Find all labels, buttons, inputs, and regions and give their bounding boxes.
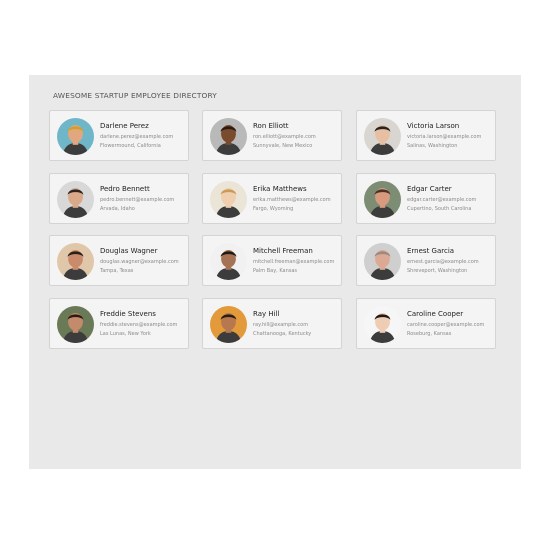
directory-title: AWESOME STARTUP EMPLOYEE DIRECTORY bbox=[53, 91, 217, 100]
employee-location: Fargo, Wyoming bbox=[253, 206, 294, 212]
employee-location: Arvada, Idaho bbox=[100, 206, 135, 212]
avatar bbox=[57, 243, 94, 280]
employee-card[interactable]: Pedro Bennett pedro.bennett@example.com Ar… bbox=[49, 173, 189, 224]
employee-name: Ron Elliott bbox=[253, 122, 289, 130]
employee-email: victoria.larson@example.com bbox=[407, 134, 482, 140]
person-avatar-icon bbox=[364, 306, 401, 343]
person-avatar-icon bbox=[210, 118, 247, 155]
person-avatar-icon bbox=[57, 306, 94, 343]
employee-location: Palm Bay, Kansas bbox=[253, 268, 298, 274]
person-avatar-icon bbox=[57, 118, 94, 155]
avatar bbox=[57, 118, 94, 155]
avatar bbox=[210, 243, 247, 280]
avatar bbox=[57, 306, 94, 343]
employee-location: Cupertino, South Carolina bbox=[407, 206, 472, 212]
employee-location: Roseburg, Kansas bbox=[407, 331, 452, 337]
employee-name: Ray Hill bbox=[253, 310, 280, 318]
employee-location: Shreveport, Washington bbox=[407, 268, 468, 274]
employee-email: ray.hill@example.com bbox=[253, 322, 309, 328]
employee-name: Edgar Carter bbox=[407, 185, 452, 193]
employee-info: Victoria Larson victoria.larson@example.c… bbox=[407, 122, 481, 149]
employee-name: Erika Matthews bbox=[253, 185, 307, 193]
person-avatar-icon bbox=[364, 243, 401, 280]
person-avatar-icon bbox=[57, 243, 94, 280]
employee-name: Mitchell Freeman bbox=[253, 247, 313, 255]
employee-email: caroline.cooper@example.com bbox=[407, 322, 485, 328]
person-avatar-icon bbox=[364, 181, 401, 218]
employee-location: Sunnyvale, New Mexico bbox=[253, 143, 313, 149]
employee-email: darlene.perez@example.com bbox=[100, 134, 174, 140]
avatar bbox=[57, 181, 94, 218]
employee-email: ernest.garcia@example.com bbox=[407, 259, 479, 265]
employee-card[interactable]: Mitchell Freeman mitchell.freeman@example… bbox=[202, 235, 342, 286]
employee-name: Pedro Bennett bbox=[100, 185, 150, 193]
employee-location: Chattanooga, Kentucky bbox=[253, 331, 312, 337]
avatar bbox=[364, 118, 401, 155]
employee-info: Mitchell Freeman mitchell.freeman@example… bbox=[253, 247, 334, 274]
employee-location: Tampa, Texas bbox=[100, 268, 134, 274]
employee-email: erika.matthews@example.com bbox=[253, 197, 331, 203]
employee-card[interactable]: Erika Matthews erika.matthews@example.com… bbox=[202, 173, 342, 224]
employee-card[interactable]: Douglas Wagner douglas.wagner@example.com… bbox=[49, 235, 189, 286]
employee-name: Victoria Larson bbox=[407, 122, 460, 130]
employee-info: Ron Elliott ron.elliott@example.com Sunnyv… bbox=[253, 122, 316, 149]
employee-card[interactable]: Ernest Garcia ernest.garcia@example.com Sh… bbox=[356, 235, 496, 286]
employee-email: freddie.stevens@example.com bbox=[100, 322, 178, 328]
employee-name: Caroline Cooper bbox=[407, 310, 464, 318]
employee-name: Darlene Perez bbox=[100, 122, 149, 130]
employee-card[interactable]: Darlene Perez darlene.perez@example.com Fl… bbox=[49, 110, 189, 161]
employee-info: Darlene Perez darlene.perez@example.com Fl… bbox=[100, 122, 173, 149]
avatar bbox=[364, 181, 401, 218]
employee-location: Las Lunas, New York bbox=[100, 331, 151, 337]
avatar bbox=[210, 306, 247, 343]
employee-name: Freddie Stevens bbox=[100, 310, 156, 318]
person-avatar-icon bbox=[57, 181, 94, 218]
employee-card[interactable]: Caroline Cooper caroline.cooper@example.c… bbox=[356, 298, 496, 349]
employee-info: Erika Matthews erika.matthews@example.com… bbox=[253, 185, 331, 212]
person-avatar-icon bbox=[364, 118, 401, 155]
employee-card[interactable]: Freddie Stevens freddie.stevens@example.c… bbox=[49, 298, 189, 349]
employee-email: mitchell.freeman@example.com bbox=[253, 259, 335, 265]
avatar bbox=[210, 118, 247, 155]
employee-info: Pedro Bennett pedro.bennett@example.com Ar… bbox=[100, 185, 174, 212]
employee-name: Ernest Garcia bbox=[407, 247, 455, 255]
employee-info: Caroline Cooper caroline.cooper@example.c… bbox=[407, 310, 484, 337]
employee-card[interactable]: Edgar Carter edgar.carter@example.com Cupe… bbox=[356, 173, 496, 224]
employee-name: Douglas Wagner bbox=[100, 247, 158, 255]
person-avatar-icon bbox=[210, 306, 247, 343]
employee-info: Edgar Carter edgar.carter@example.com Cupe… bbox=[407, 185, 476, 212]
employee-info: Freddie Stevens freddie.stevens@example.c… bbox=[100, 310, 177, 337]
employee-card[interactable]: Ron Elliott ron.elliott@example.com Sunnyv… bbox=[202, 110, 342, 161]
employee-info: Ernest Garcia ernest.garcia@example.com Sh… bbox=[407, 247, 479, 274]
employee-card[interactable]: Victoria Larson victoria.larson@example.c… bbox=[356, 110, 496, 161]
employee-location: Salinas, Washington bbox=[407, 143, 458, 149]
employee-location: Flowermound, California bbox=[100, 143, 161, 149]
person-avatar-icon bbox=[210, 181, 247, 218]
avatar bbox=[210, 181, 247, 218]
employee-card[interactable]: Ray Hill ray.hill@example.com Chattanooga,… bbox=[202, 298, 342, 349]
person-avatar-icon bbox=[210, 243, 247, 280]
employee-info: Ray Hill ray.hill@example.com Chattanooga,… bbox=[253, 310, 311, 337]
employee-email: edgar.carter@example.com bbox=[407, 197, 477, 203]
employee-email: douglas.wagner@example.com bbox=[100, 259, 179, 265]
employee-info: Douglas Wagner douglas.wagner@example.com… bbox=[100, 247, 179, 274]
avatar bbox=[364, 243, 401, 280]
employee-email: ron.elliott@example.com bbox=[253, 134, 316, 140]
employee-email: pedro.bennett@example.com bbox=[100, 197, 175, 203]
employee-directory-panel: AWESOME STARTUP EMPLOYEE DIRECTORY Darle… bbox=[29, 75, 521, 469]
avatar bbox=[364, 306, 401, 343]
